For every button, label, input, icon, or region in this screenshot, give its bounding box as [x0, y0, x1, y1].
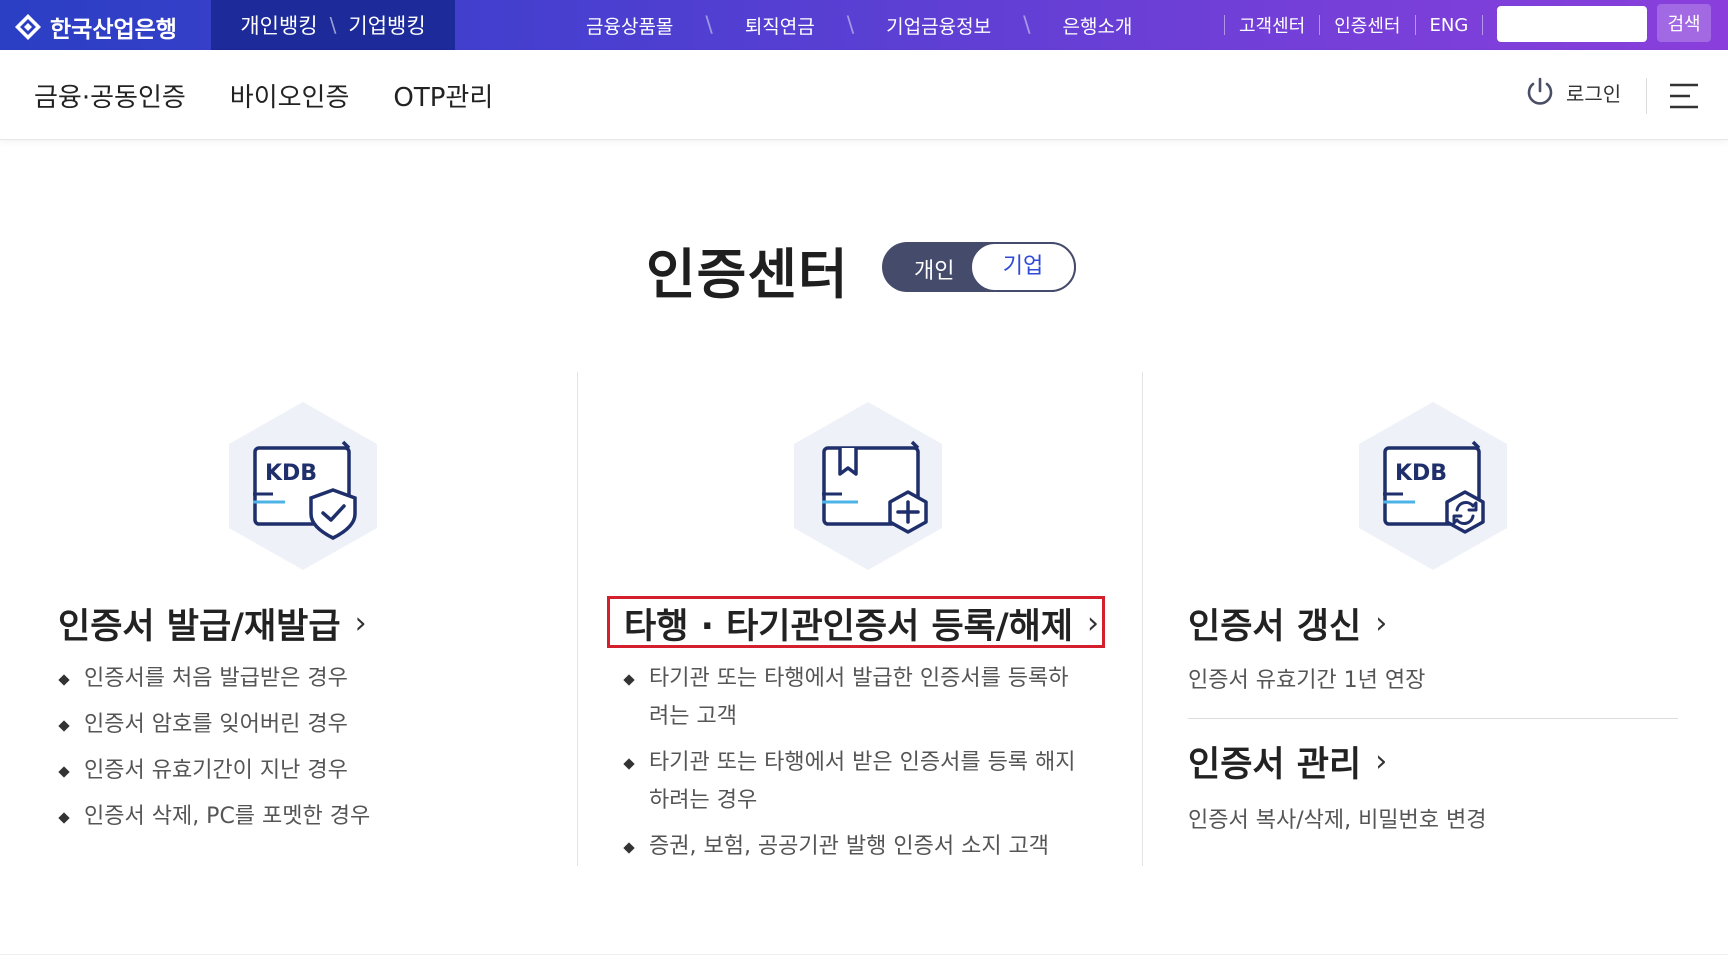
- search-input[interactable]: [1497, 6, 1647, 42]
- chevron-right-icon: ›: [1087, 606, 1100, 641]
- search-button[interactable]: 검색: [1657, 4, 1711, 42]
- card-manage-title-text: 인증서 관리: [1188, 745, 1362, 785]
- nav-separator: \: [1023, 12, 1031, 38]
- toggle-corporate[interactable]: 기업: [970, 242, 1076, 292]
- util-english[interactable]: ENG: [1430, 15, 1469, 36]
- util-divider: [1319, 15, 1321, 35]
- nav-retirement-pension[interactable]: 퇴직연금: [739, 12, 821, 39]
- subnav-divider: [1646, 78, 1647, 114]
- nav-about-bank[interactable]: 은행소개: [1056, 12, 1138, 39]
- banking-tabs: 개인뱅킹 \ 기업뱅킹: [211, 0, 455, 50]
- list-item: 타기관 또는 타행에서 발급한 인증서를 등록하려는 고객: [621, 660, 1081, 736]
- chevron-right-icon: ›: [1375, 744, 1388, 779]
- page-title: 인증센터: [646, 243, 849, 306]
- svg-text:KDB: KDB: [265, 461, 317, 486]
- list-item: 인증서를 처음 발급받은 경우: [56, 660, 516, 698]
- nav-separator: \: [846, 12, 855, 38]
- card-register-title[interactable]: 타행 · 타기관인증서 등록/해제 ›: [624, 598, 1099, 649]
- sub-nav-links: 금융·공동인증 바이오인증 OTP관리: [34, 50, 493, 140]
- card-register-bullets: 타기관 또는 타행에서 발급한 인증서를 등록하려는 고객 타기관 또는 타행에…: [621, 660, 1081, 874]
- util-customer-center[interactable]: 고객센터: [1239, 12, 1305, 38]
- tab-personal-banking[interactable]: 개인뱅킹: [240, 10, 317, 40]
- certificate-renew-icon: KDB: [1359, 402, 1507, 570]
- util-divider: [1224, 15, 1225, 35]
- chevron-right-icon: ›: [1375, 606, 1388, 641]
- util-divider: [1414, 15, 1416, 35]
- chevron-right-icon: ›: [354, 606, 367, 641]
- logo-text: 한국산업은행: [50, 17, 177, 43]
- list-item: 인증서 유효기간이 지난 경우: [56, 752, 516, 790]
- login-button[interactable]: 로그인: [1524, 76, 1621, 108]
- nav-separator: \: [705, 12, 713, 38]
- sub-nav: 금융·공동인증 바이오인증 OTP관리 로그인: [0, 50, 1728, 140]
- tab-corporate-banking[interactable]: 기업뱅킹: [348, 10, 425, 40]
- certificate-shield-icon: KDB: [229, 402, 377, 570]
- util-cert-center[interactable]: 인증센터: [1334, 12, 1400, 38]
- list-item: 증권, 보험, 공공기관 발행 인증서 소지 고객: [621, 828, 1081, 866]
- subnav-otp[interactable]: OTP관리: [393, 77, 493, 114]
- card-register-title-text: 타행 · 타기관인증서 등록/해제: [624, 607, 1074, 647]
- card-manage-title[interactable]: 인증서 관리 ›: [1188, 736, 1387, 787]
- subnav-bio-cert[interactable]: 바이오인증: [230, 77, 350, 114]
- card-issue-bullets: 인증서를 처음 발급받은 경우 인증서 암호를 잊어버린 경우 인증서 유효기간…: [56, 660, 516, 844]
- list-item: 인증서 삭제, PC를 포멧한 경우: [56, 798, 516, 836]
- toggle-personal[interactable]: 개인: [914, 253, 954, 285]
- utility-nav: 고객센터 인증센터 ENG: [1210, 0, 1497, 50]
- card-issue-title[interactable]: 인증서 발급/재발급 ›: [58, 598, 367, 649]
- column-divider: [1142, 372, 1143, 866]
- top-bar: 한국산업은행 개인뱅킹 \ 기업뱅킹 금융상품몰 \ 퇴직연금 \ 기업금융정보…: [0, 0, 1728, 50]
- column-divider: [577, 372, 578, 866]
- footer-divider: [0, 954, 1728, 955]
- subnav-financial-cert[interactable]: 금융·공동인증: [34, 77, 186, 114]
- list-item: 타기관 또는 타행에서 받은 인증서를 등록 해지하려는 경우: [621, 744, 1081, 820]
- login-label: 로그인: [1566, 81, 1622, 106]
- personal-corporate-toggle[interactable]: 개인 기업: [882, 242, 1076, 292]
- power-icon: [1527, 77, 1553, 105]
- list-item: 인증서 암호를 잊어버린 경우: [56, 706, 516, 744]
- bank-logo[interactable]: 한국산업은행: [12, 10, 177, 44]
- util-divider: [1482, 15, 1484, 35]
- card-issue-title-text: 인증서 발급/재발급: [58, 607, 341, 647]
- nav-financial-products[interactable]: 금융상품몰: [580, 12, 679, 39]
- tab-separator: \: [329, 13, 337, 37]
- card-renew-title-text: 인증서 갱신: [1188, 607, 1362, 647]
- certificate-add-icon: [794, 402, 942, 570]
- card-renew-title[interactable]: 인증서 갱신 ›: [1188, 598, 1387, 649]
- kdb-logo-icon: [15, 14, 41, 40]
- nav-corporate-finance-info[interactable]: 기업금융정보: [880, 12, 997, 39]
- hamburger-menu-icon[interactable]: [1668, 82, 1700, 110]
- card-manage-desc: 인증서 복사/삭제, 비밀번호 변경: [1188, 808, 1487, 833]
- card-divider: [1188, 718, 1678, 719]
- card-renew-desc: 인증서 유효기간 1년 연장: [1188, 668, 1426, 693]
- svg-text:KDB: KDB: [1395, 461, 1447, 486]
- main-nav: 금융상품몰 \ 퇴직연금 \ 기업금융정보 \ 은행소개: [580, 0, 1138, 50]
